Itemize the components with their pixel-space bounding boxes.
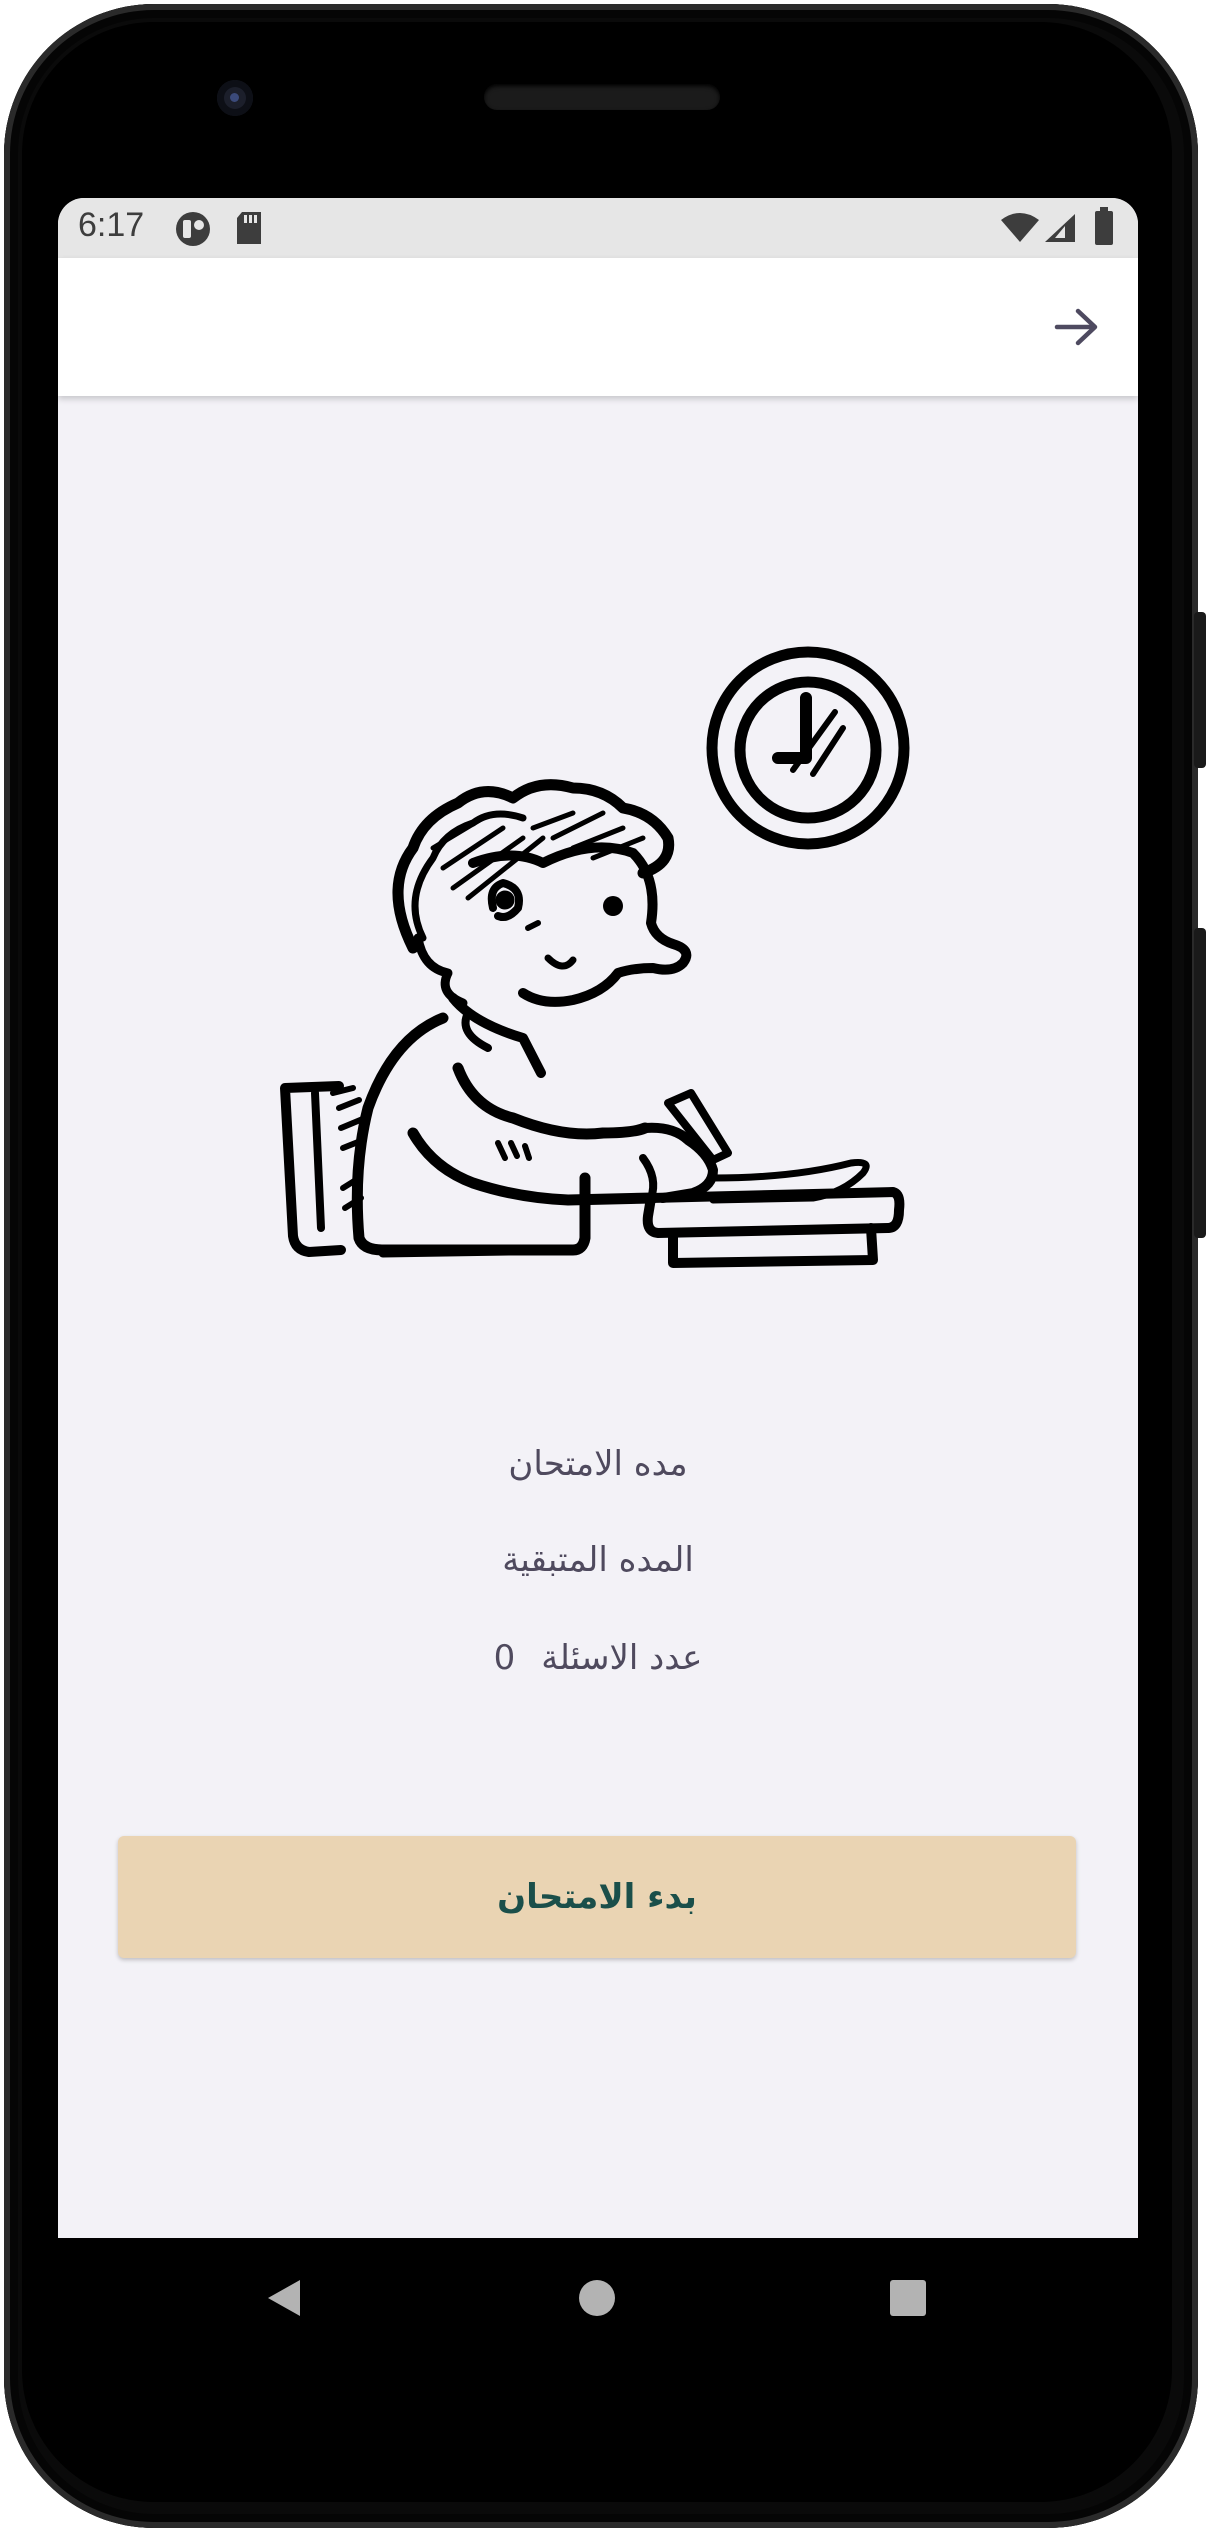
volume-button (1194, 928, 1206, 1238)
phone-device: 6:17 مده الامتحان المده المتبقية عدد الا… (0, 0, 1206, 2533)
back-triangle-icon[interactable] (264, 2278, 304, 2322)
navigation-bar (58, 2238, 1138, 2358)
start-exam-label: بدء الامتحان (497, 1877, 697, 1917)
arrow-right-icon (1054, 308, 1098, 346)
back-button[interactable] (1046, 296, 1108, 358)
home-circle-icon[interactable] (577, 2278, 617, 2322)
notification-app-icon (174, 210, 212, 252)
questions-count-row: عدد الاسئلة 0 (58, 1638, 1138, 1678)
questions-count-label: عدد الاسئلة (541, 1638, 703, 1678)
signal-icon (1043, 212, 1077, 248)
start-exam-button[interactable]: بدء الامتحان (118, 1836, 1076, 1958)
questions-count-value: 0 (493, 1638, 516, 1678)
exam-duration-label: مده الامتحان (58, 1444, 1138, 1484)
exam-illustration (273, 638, 993, 1278)
recents-square-icon[interactable] (888, 2278, 928, 2322)
student-writing-exam-with-clock-illustration (280, 646, 910, 1268)
front-camera (217, 80, 253, 116)
earpiece-speaker (484, 84, 720, 110)
screen: 6:17 مده الامتحان المده المتبقية عدد الا… (58, 198, 1138, 2238)
status-bar: 6:17 (58, 198, 1138, 258)
battery-icon (1094, 206, 1114, 250)
remaining-duration-label: المده المتبقية (58, 1540, 1138, 1580)
exam-duration-text: مده الامتحان (508, 1444, 688, 1484)
remaining-duration-text: المده المتبقية (502, 1540, 694, 1580)
sd-card-icon (234, 210, 264, 250)
app-bar (58, 258, 1138, 396)
clock-icon (706, 646, 910, 850)
status-time: 6:17 (78, 206, 145, 244)
power-button (1194, 612, 1206, 768)
wifi-icon (1000, 212, 1040, 248)
